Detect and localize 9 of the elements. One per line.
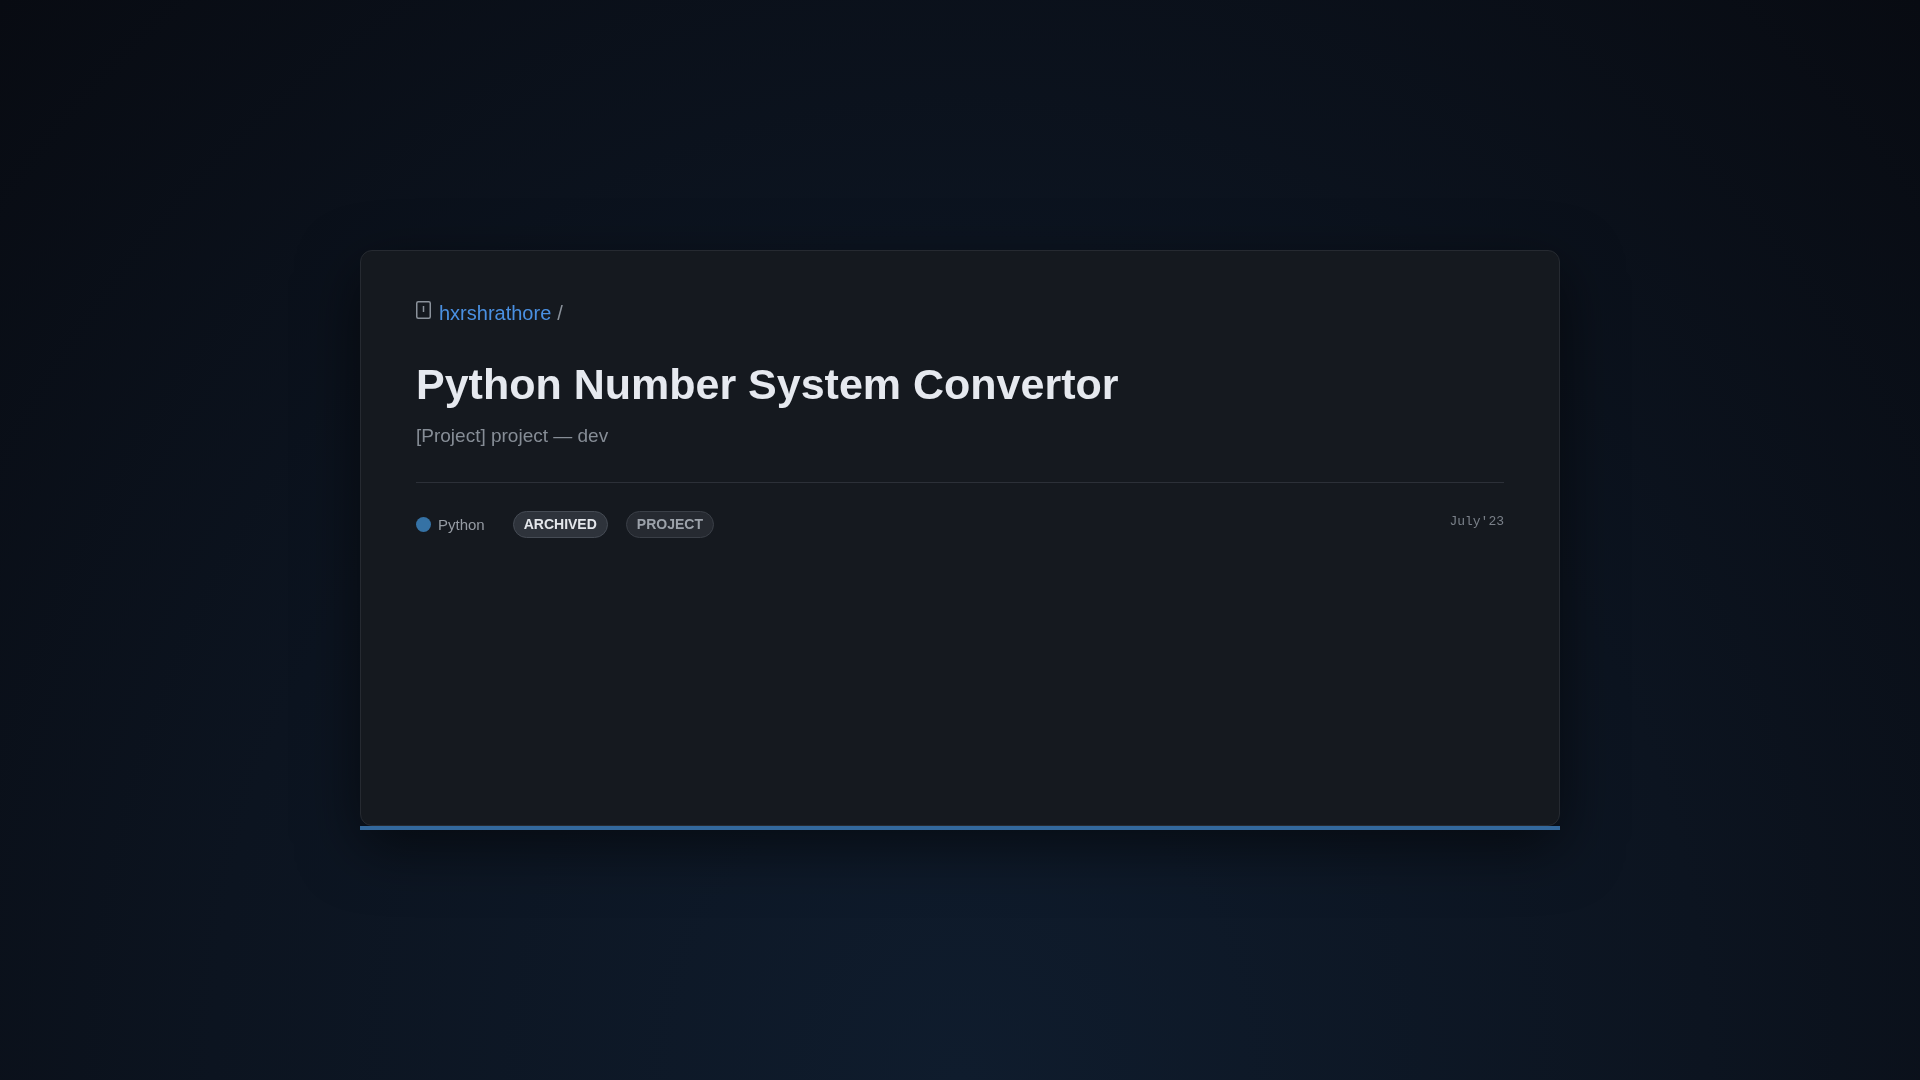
date-label: July'23 <box>1449 512 1504 531</box>
breadcrumb-separator: / <box>557 301 563 325</box>
language-label: Python <box>438 514 485 535</box>
project-description: [Project] project — dev <box>416 424 609 448</box>
owner-link[interactable]: hxrshrathore <box>439 301 552 325</box>
project-title: Python Number System Convertor <box>416 359 1119 410</box>
tag-label: PROJECT <box>625 511 714 538</box>
tag-label: ARCHIVED <box>512 511 608 538</box>
square-icon <box>416 301 431 319</box>
